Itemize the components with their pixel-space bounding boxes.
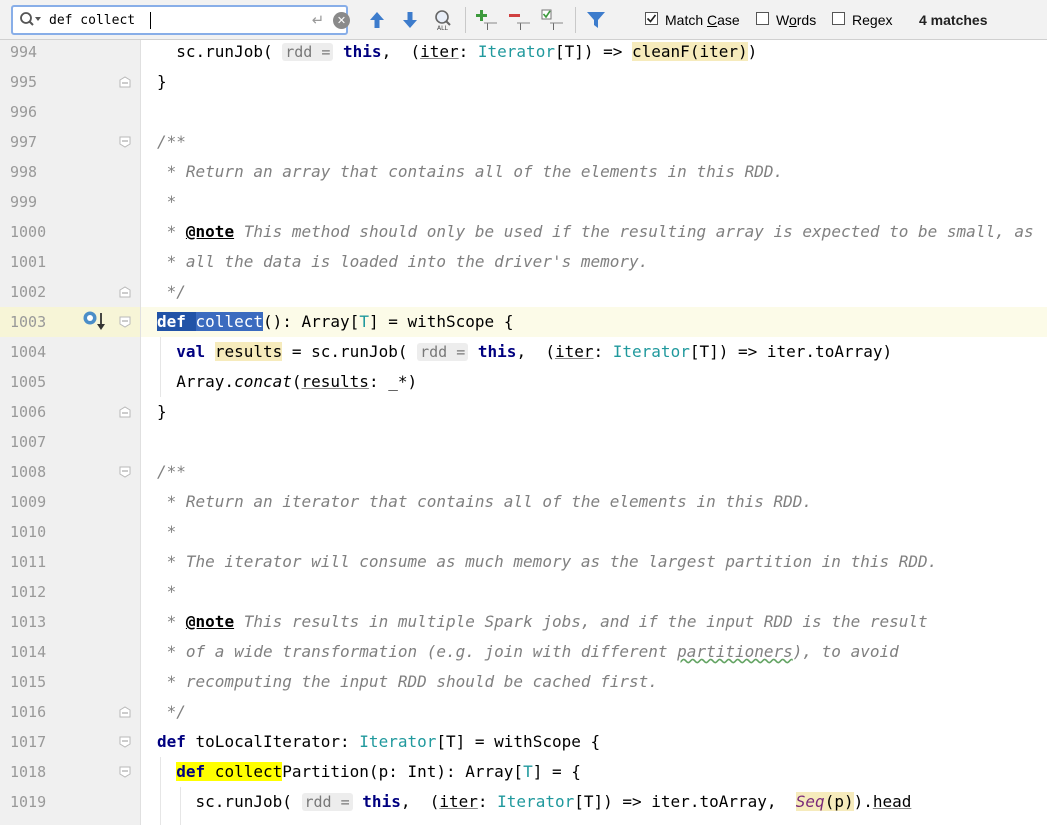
code-line-1014[interactable]: * of a wide transformation (e.g. join wi… xyxy=(157,637,899,667)
fold-start-icon[interactable] xyxy=(119,136,131,148)
line-number: 999 xyxy=(10,193,38,211)
line-number: 1017 xyxy=(10,733,47,751)
code-line-1002[interactable]: */ xyxy=(157,277,186,307)
code-line-1010[interactable]: * xyxy=(157,517,177,547)
code-line-998[interactable]: * Return an array that contains all of t… xyxy=(157,157,784,187)
line-number: 1012 xyxy=(10,583,47,601)
line-number: 1011 xyxy=(10,553,47,571)
previous-occurrence-icon[interactable] xyxy=(366,9,388,31)
toolbar-separator xyxy=(575,7,576,33)
select-all-occurrences-icon[interactable]: ALL xyxy=(432,9,454,32)
line-number: 1002 xyxy=(10,283,47,301)
gutter-divider xyxy=(140,40,141,825)
enter-icon[interactable]: ↵ xyxy=(309,11,327,29)
line-number: 1003 xyxy=(10,313,47,331)
overrides-method-icon[interactable] xyxy=(82,310,108,334)
fold-end-icon[interactable] xyxy=(119,286,131,298)
line-number: 994 xyxy=(10,43,38,61)
line-number: 1007 xyxy=(10,433,47,451)
find-toolbar: ↵ ✕ ALL I I I xyxy=(0,0,1047,40)
svg-text:ALL: ALL xyxy=(437,25,448,31)
line-number: 998 xyxy=(10,163,38,181)
match-case-option[interactable]: Match Case xyxy=(645,11,745,29)
code-line-1008[interactable]: /** xyxy=(157,457,186,487)
line-number: 1016 xyxy=(10,703,47,721)
fold-end-icon[interactable] xyxy=(119,76,131,88)
fold-end-icon[interactable] xyxy=(119,406,131,418)
line-number: 1018 xyxy=(10,763,47,781)
line-number: 1014 xyxy=(10,643,47,661)
line-number: 995 xyxy=(10,73,38,91)
words-checkbox[interactable] xyxy=(756,12,769,25)
clear-icon[interactable]: ✕ xyxy=(333,12,350,29)
line-number: 1009 xyxy=(10,493,47,511)
next-occurrence-icon[interactable] xyxy=(399,9,421,31)
code-line-1003[interactable]: def collect(): Array[T] = withScope { xyxy=(157,307,513,337)
filter-icon[interactable] xyxy=(585,9,607,31)
parameter-hint: rdd = xyxy=(301,793,353,811)
parameter-hint: rdd = xyxy=(282,43,334,61)
code-line-997[interactable]: /** xyxy=(157,127,186,157)
line-number: 1015 xyxy=(10,673,47,691)
code-line-1000[interactable]: * @note This method should only be used … xyxy=(157,217,1034,247)
line-number: 1008 xyxy=(10,463,47,481)
match-case-label: Match Case xyxy=(665,12,740,28)
remove-selection-icon[interactable]: I xyxy=(508,9,530,33)
code-line-1006[interactable]: } xyxy=(157,397,167,427)
code-line-1012[interactable]: * xyxy=(157,577,177,607)
code-line-1016[interactable]: */ xyxy=(157,697,186,727)
fold-start-icon[interactable] xyxy=(119,766,131,778)
line-number: 996 xyxy=(10,103,38,121)
search-field[interactable]: ↵ ✕ xyxy=(11,5,350,35)
code-line-1001[interactable]: * all the data is loaded into the driver… xyxy=(157,247,649,277)
code-line-1011[interactable]: * The iterator will consume as much memo… xyxy=(157,547,938,577)
line-number: 1001 xyxy=(10,253,47,271)
code-line-1013[interactable]: * @note This results in multiple Spark j… xyxy=(157,607,928,637)
fold-start-icon[interactable] xyxy=(119,316,131,328)
code-line-1004[interactable]: val results = sc.runJob( rdd = this, (it… xyxy=(157,337,892,367)
toggle-selection-icon[interactable]: I xyxy=(541,9,563,33)
line-number: 1019 xyxy=(10,793,47,811)
line-number: 1000 xyxy=(10,223,47,241)
line-number: 1005 xyxy=(10,373,47,391)
line-number: 1010 xyxy=(10,523,47,541)
search-match-current: def xyxy=(157,312,186,331)
regex-label: Regex xyxy=(852,12,893,28)
search-match: def xyxy=(176,762,206,781)
code-line-1015[interactable]: * recomputing the input RDD should be ca… xyxy=(157,667,658,697)
parameter-hint: rdd = xyxy=(417,343,469,361)
regex-checkbox[interactable] xyxy=(832,12,845,25)
code-line-1017[interactable]: def toLocalIterator: Iterator[T] = withS… xyxy=(157,727,600,757)
regex-option[interactable]: Regex xyxy=(832,11,898,29)
code-editor[interactable]: 994 995 996 997 998 999 1000 1001 1002 1… xyxy=(0,40,1047,825)
words-option[interactable]: Words xyxy=(756,11,822,29)
add-selection-icon[interactable]: I xyxy=(475,9,497,33)
code-line-999[interactable]: * xyxy=(157,187,177,217)
code-line-1009[interactable]: * Return an iterator that contains all o… xyxy=(157,487,812,517)
code-line-994[interactable]: sc.runJob( rdd = this, (iter: Iterator[T… xyxy=(157,37,757,67)
fold-end-icon[interactable] xyxy=(119,706,131,718)
line-number: 1013 xyxy=(10,613,47,631)
search-icon[interactable] xyxy=(19,11,43,33)
code-line-995[interactable]: } xyxy=(157,67,167,97)
fold-start-icon[interactable] xyxy=(119,736,131,748)
search-input[interactable] xyxy=(49,10,279,30)
fold-start-icon[interactable] xyxy=(119,466,131,478)
code-line-1005[interactable]: Array.concat(results: _*) xyxy=(157,367,417,397)
toolbar-separator xyxy=(465,7,466,33)
match-case-checkbox[interactable] xyxy=(645,12,658,25)
line-number: 1006 xyxy=(10,403,47,421)
words-label: Words xyxy=(776,12,817,28)
line-number: 997 xyxy=(10,133,38,151)
code-line-1019[interactable]: sc.runJob( rdd = this, (iter: Iterator[T… xyxy=(157,787,911,817)
match-count: 4 matches xyxy=(919,12,988,28)
text-caret xyxy=(150,12,151,29)
line-number: 1004 xyxy=(10,343,47,361)
code-line-1018[interactable]: def collectPartition(p: Int): Array[T] =… xyxy=(157,757,581,787)
